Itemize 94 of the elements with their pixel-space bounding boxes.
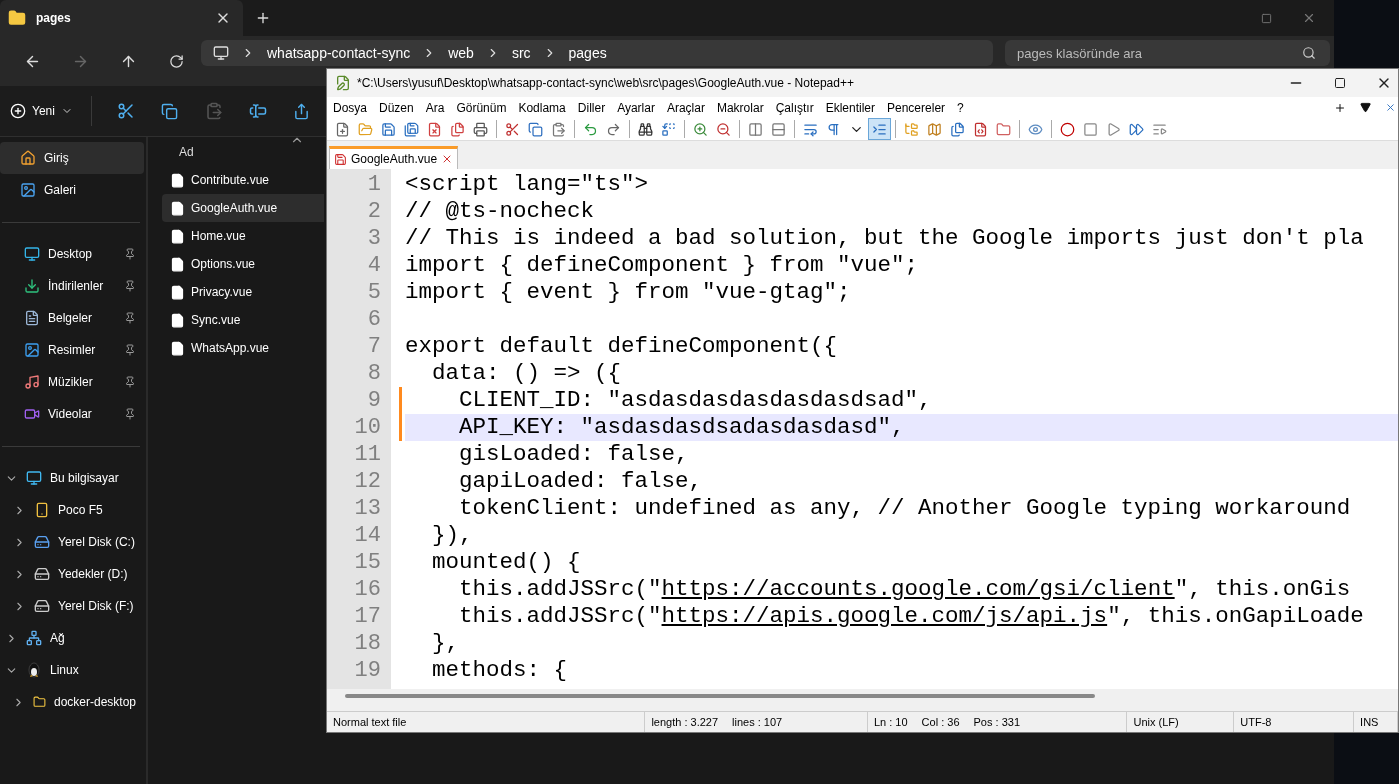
sidebar-item[interactable]: Desktop (0, 238, 144, 270)
sidebar-item[interactable]: Yedekler (D:) (0, 558, 144, 590)
line-number: 3 (366, 225, 382, 252)
menu-item[interactable]: Ara (425, 100, 451, 115)
file-item[interactable]: Home.vue (162, 222, 324, 250)
file-item[interactable]: Options.vue (162, 250, 324, 278)
breadcrumb[interactable]: pages (568, 45, 607, 61)
column-header[interactable]: Ad (162, 137, 324, 166)
line-number: 7 (366, 333, 382, 360)
sidebar-item[interactable]: Müzikler (0, 366, 144, 398)
line-number: 1 (366, 171, 382, 198)
new-button[interactable]: Yeni (6, 97, 77, 125)
code-line: methods: { (431, 657, 569, 684)
code-line: mounted() { (431, 549, 582, 576)
sidebar-item[interactable]: Galeri (0, 174, 144, 206)
menu-item[interactable]: Çalıştır (775, 100, 820, 115)
file-item[interactable]: Sync.vue (162, 306, 324, 334)
status-text: UTF-8 (1240, 716, 1272, 728)
line-number: 6 (366, 306, 382, 333)
window-title: *C:\Users\yusuf\Desktop\whatsapp-contact-sync\web\src\pages\GoogleAuth.vue - Notepad++ (357, 76, 854, 90)
line-number: 11 (353, 441, 382, 468)
code-line: CLIENT_ID: "asdasdasdasdasdasdsad", (458, 387, 933, 414)
sidebar-item[interactable]: Ağ (0, 622, 144, 654)
editor-tab[interactable]: GoogleAuth.vue (329, 146, 459, 169)
address-bar[interactable]: whatsapp-contact-sync web src pages (201, 40, 993, 66)
status-text: lines : 107 (732, 716, 783, 728)
breadcrumb[interactable]: src (511, 45, 531, 61)
line-number: 4 (366, 252, 382, 279)
line-number: 8 (366, 360, 382, 387)
code-line: // @ts-nocheck (405, 198, 596, 225)
file-item[interactable]: Privacy.vue (162, 278, 324, 306)
line-number: 14 (353, 522, 382, 549)
code-line: export default defineComponent({ (405, 333, 839, 360)
code-line: }, (431, 630, 460, 657)
status-text: INS (1360, 716, 1379, 728)
sidebar-item[interactable]: İndirilenler (0, 270, 144, 302)
sidebar-item[interactable]: Giriş (0, 142, 144, 174)
sidebar-item[interactable]: Yerel Disk (C:) (0, 526, 144, 558)
line-number: 15 (353, 549, 382, 576)
status-text: length : 3.227 (651, 716, 719, 728)
url-link[interactable]: https://apis.google.com/js/api.js (661, 603, 1108, 629)
menu-item[interactable]: Dosya (333, 100, 373, 115)
sidebar-item[interactable]: Linux (0, 654, 144, 686)
status-text: Pos : 331 (973, 716, 1020, 728)
menu-item[interactable]: ? (957, 100, 970, 115)
line-number: 18 (353, 630, 382, 657)
sidebar-item[interactable]: Resimler (0, 334, 144, 366)
sidebar-item[interactable]: Videolar (0, 398, 144, 430)
sidebar-item[interactable]: Poco F5 (0, 494, 144, 526)
status-text: Col : 36 (921, 716, 960, 728)
status-text: Ln : 10 (873, 716, 908, 728)
line-number: 12 (353, 468, 382, 495)
code-line: import { defineComponent } from "vue"; (405, 252, 920, 279)
menu-item[interactable]: Pencereler (887, 100, 952, 115)
code-line: gisLoaded: false, (458, 441, 690, 468)
file-item[interactable]: Contribute.vue (162, 166, 324, 194)
code-line: this.addJSSrc("https://accounts.google.com/gsi/client", this.onGis (458, 576, 1352, 603)
code-line: // This is indeed a bad solution, but the Google imports just don't pla (405, 225, 1365, 252)
line-number: 9 (366, 387, 382, 414)
menu-item[interactable]: Diller (577, 100, 612, 115)
line-number: 17 (353, 603, 382, 630)
menu-item[interactable]: Eklentiler (825, 100, 881, 115)
menu-item[interactable]: Kodlama (518, 100, 572, 115)
menu-item[interactable]: Görünüm (456, 100, 513, 115)
code-line: <script lang="ts"> (405, 171, 650, 198)
line-number: 10 (353, 414, 382, 441)
menu-item[interactable]: Araçlar (666, 100, 711, 115)
line-number: 19 (353, 657, 382, 684)
line-number: 2 (366, 198, 382, 225)
line-number: 5 (366, 279, 382, 306)
explorer-tab[interactable]: pages (0, 0, 243, 36)
menu-item[interactable]: Makrolar (716, 100, 770, 115)
code-line: }), (431, 522, 474, 549)
breadcrumb[interactable]: whatsapp-contact-sync (267, 45, 411, 61)
menu-item[interactable]: Düzen (379, 100, 420, 115)
search-field[interactable]: pages klasöründe ara (1005, 40, 1330, 66)
sidebar-item[interactable]: Yerel Disk (F:) (0, 590, 144, 622)
url-link[interactable]: https://accounts.google.com/gsi/client (661, 576, 1175, 602)
sidebar-item[interactable]: Belgeler (0, 302, 144, 334)
line-number: 16 (353, 576, 382, 603)
code-line: import { event } from "vue-gtag"; (405, 279, 852, 306)
file-item[interactable]: WhatsApp.vue (162, 334, 324, 362)
breadcrumb[interactable]: web (448, 45, 474, 61)
file-item[interactable]: GoogleAuth.vue (162, 194, 324, 222)
menu-item[interactable]: Ayarlar (617, 100, 661, 115)
status-text: Normal text file (333, 716, 407, 728)
sidebar-item[interactable]: docker-desktop (0, 686, 144, 718)
code-line: gapiLoaded: false, (458, 468, 704, 495)
line-number: 13 (353, 495, 382, 522)
code-line: this.addJSSrc("https://apis.google.com/js/api.js", this.onGapiLoade (458, 603, 1365, 630)
code-line: tokenClient: undefined as any, // Another Google typing workaround (458, 495, 1352, 522)
status-text: Unix (LF) (1133, 716, 1179, 728)
sidebar-item[interactable]: Bu bilgisayar (0, 462, 144, 494)
code-line: data: () => ({ (431, 360, 623, 387)
